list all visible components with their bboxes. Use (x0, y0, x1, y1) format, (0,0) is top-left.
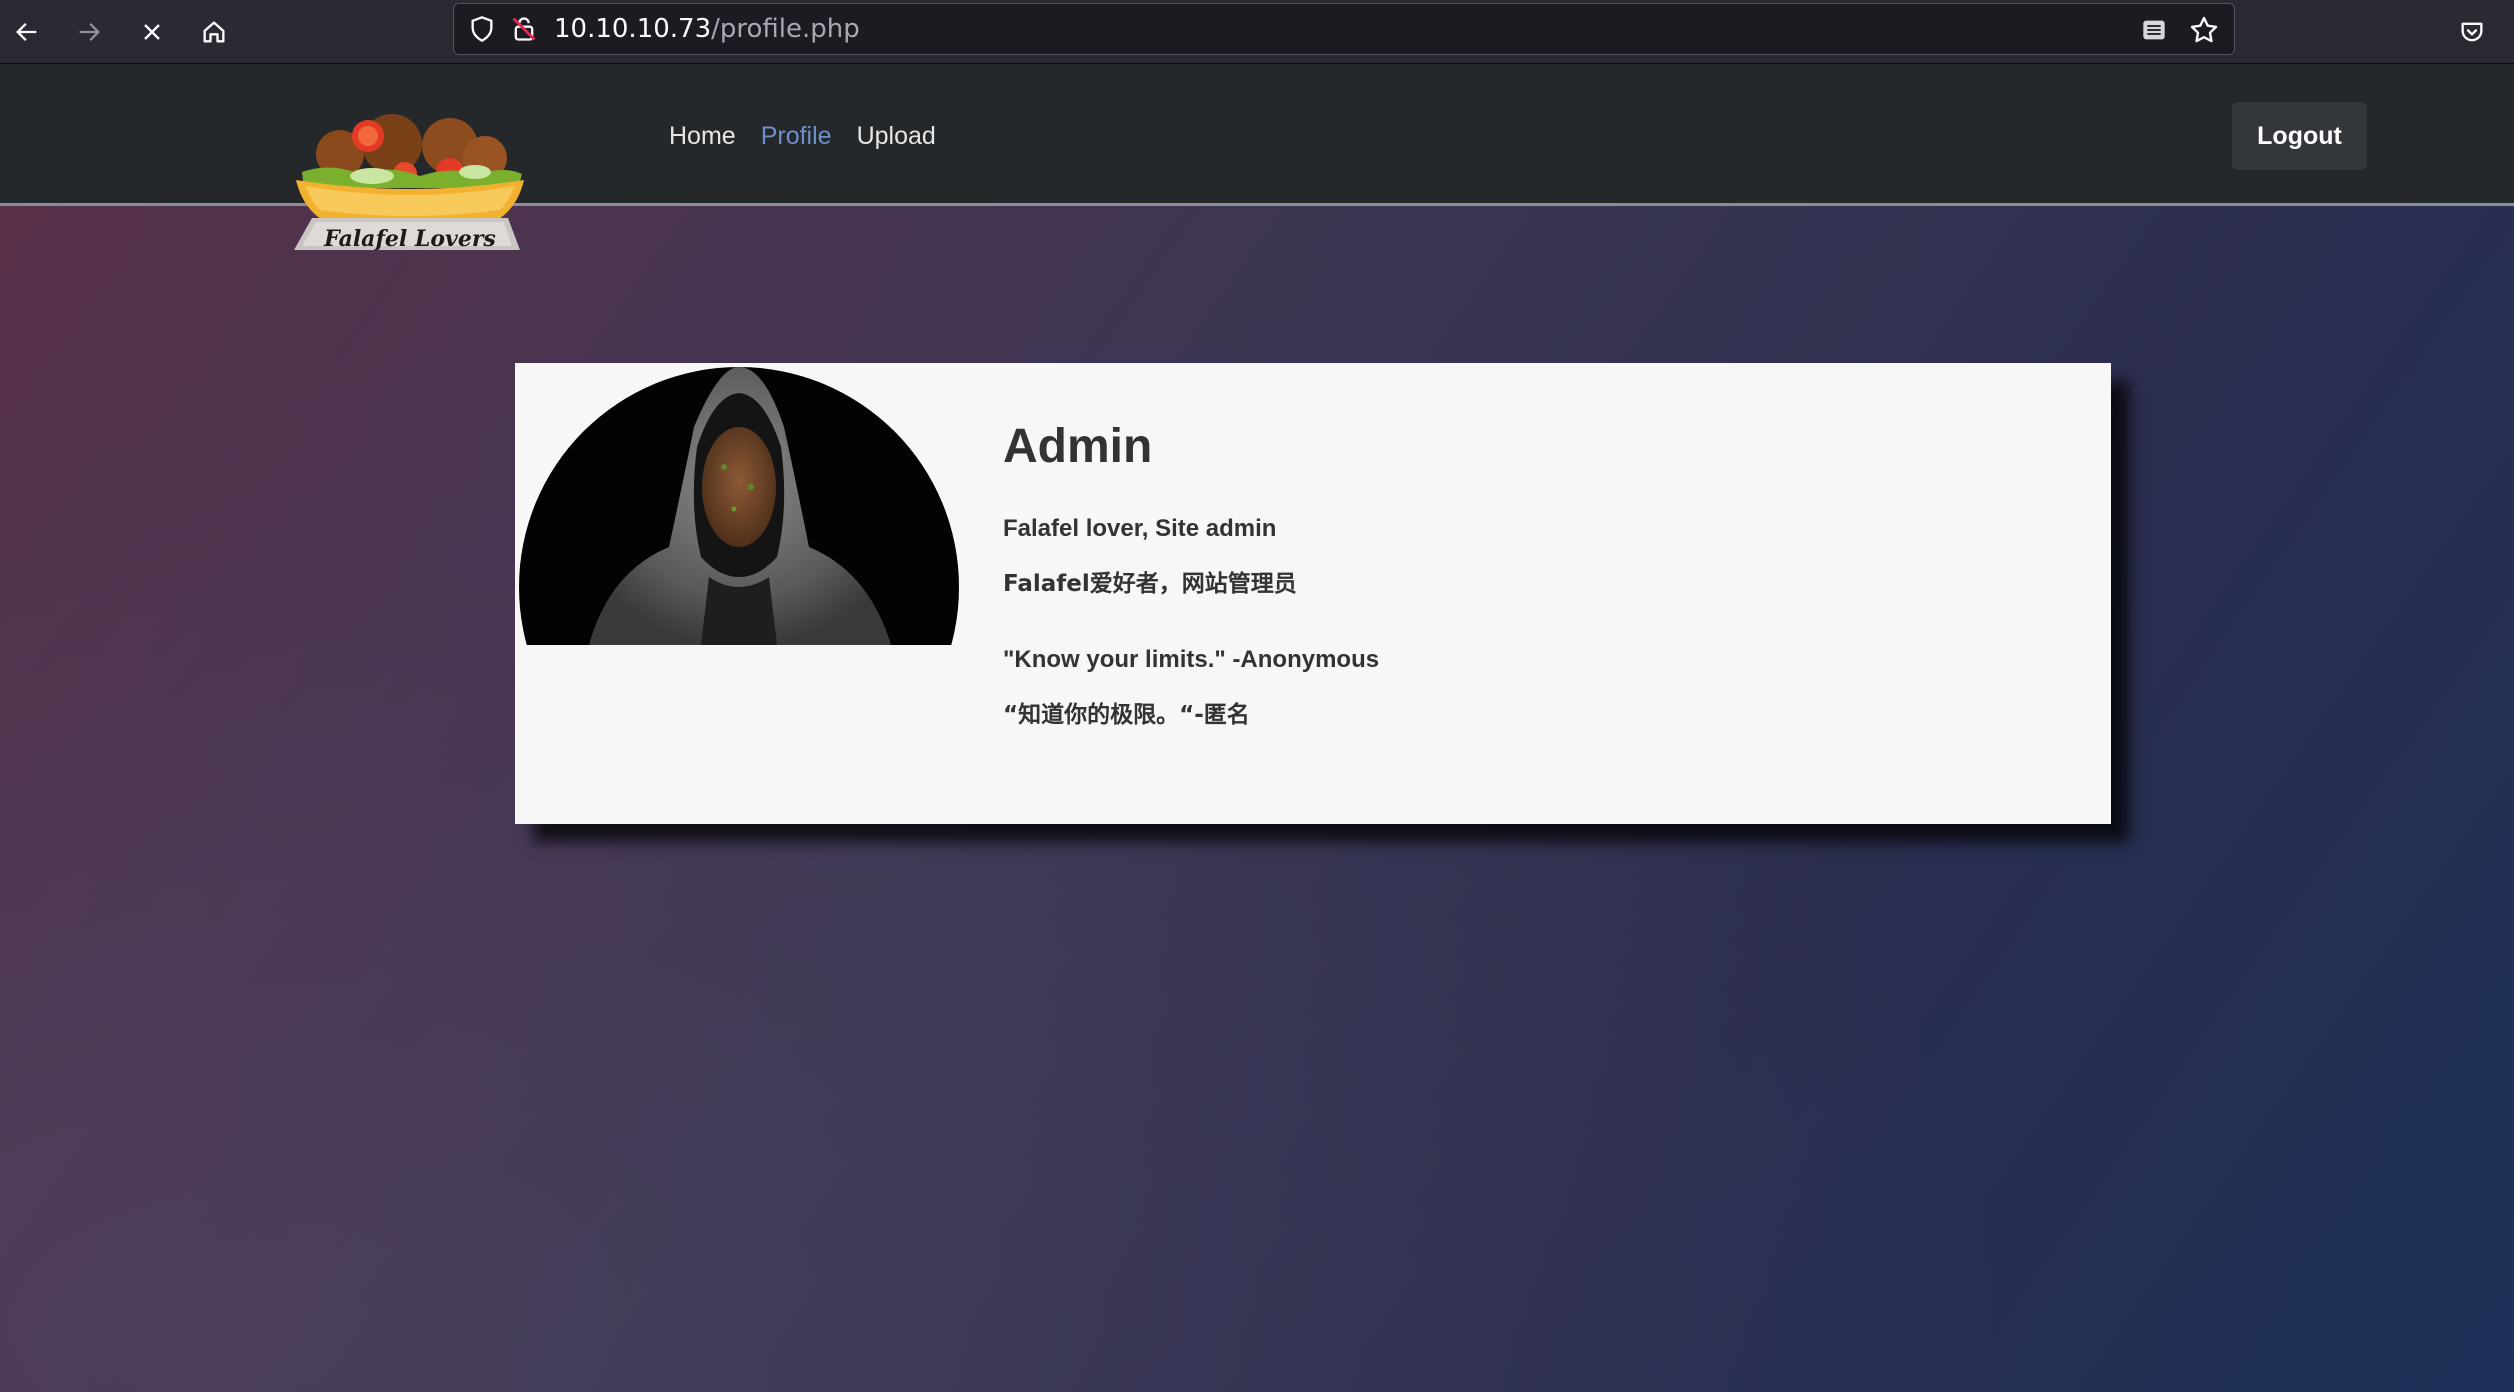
profile-card: Admin Falafel lover, Site admin Falafel爱… (515, 363, 2111, 824)
forward-arrow-icon (79, 23, 100, 41)
browser-toolbar: 10.10.10.73/profile.php (0, 0, 2514, 64)
profile-avatar (519, 367, 959, 645)
forward-button[interactable] (65, 8, 113, 56)
nav-profile-link[interactable]: Profile (761, 122, 832, 151)
profile-title-en: Falafel lover, Site admin (1003, 515, 1277, 542)
back-button[interactable] (3, 8, 51, 56)
profile-name: Admin (1003, 420, 1153, 473)
reader-view-icon[interactable] (2138, 14, 2170, 51)
address-bar[interactable]: 10.10.10.73/profile.php (453, 3, 2235, 55)
profile-info: Admin (1003, 419, 1152, 474)
shield-icon[interactable] (466, 13, 498, 45)
home-icon (203, 21, 225, 43)
site-nav: Home Profile Upload (669, 122, 936, 151)
logout-button[interactable]: Logout (2232, 102, 2367, 170)
profile-title-zh: Falafel爱好者，网站管理员 (1003, 571, 1297, 597)
nav-home-link[interactable]: Home (669, 122, 736, 151)
nav-upload-link[interactable]: Upload (857, 122, 936, 151)
close-icon (144, 24, 160, 40)
stop-button[interactable] (128, 8, 176, 56)
logo-text: Falafel Lovers (324, 226, 496, 252)
insecure-lock-icon[interactable] (508, 13, 540, 45)
back-arrow-icon (16, 23, 37, 41)
profile-quote-zh: “知道你的极限。“-匿名 (1003, 702, 1250, 728)
home-button[interactable] (190, 8, 238, 56)
site-logo[interactable]: Falafel Lovers (290, 114, 530, 254)
pocket-icon (2461, 22, 2483, 42)
profile-quote-en: "Know your limits." -Anonymous (1003, 646, 1380, 673)
page-content: Home Profile Upload Logout Falafel Lover… (0, 64, 2514, 1392)
bookmark-star-icon[interactable] (2188, 14, 2220, 51)
pocket-button[interactable] (2448, 8, 2496, 56)
url-text: 10.10.10.73/profile.php (554, 14, 860, 44)
